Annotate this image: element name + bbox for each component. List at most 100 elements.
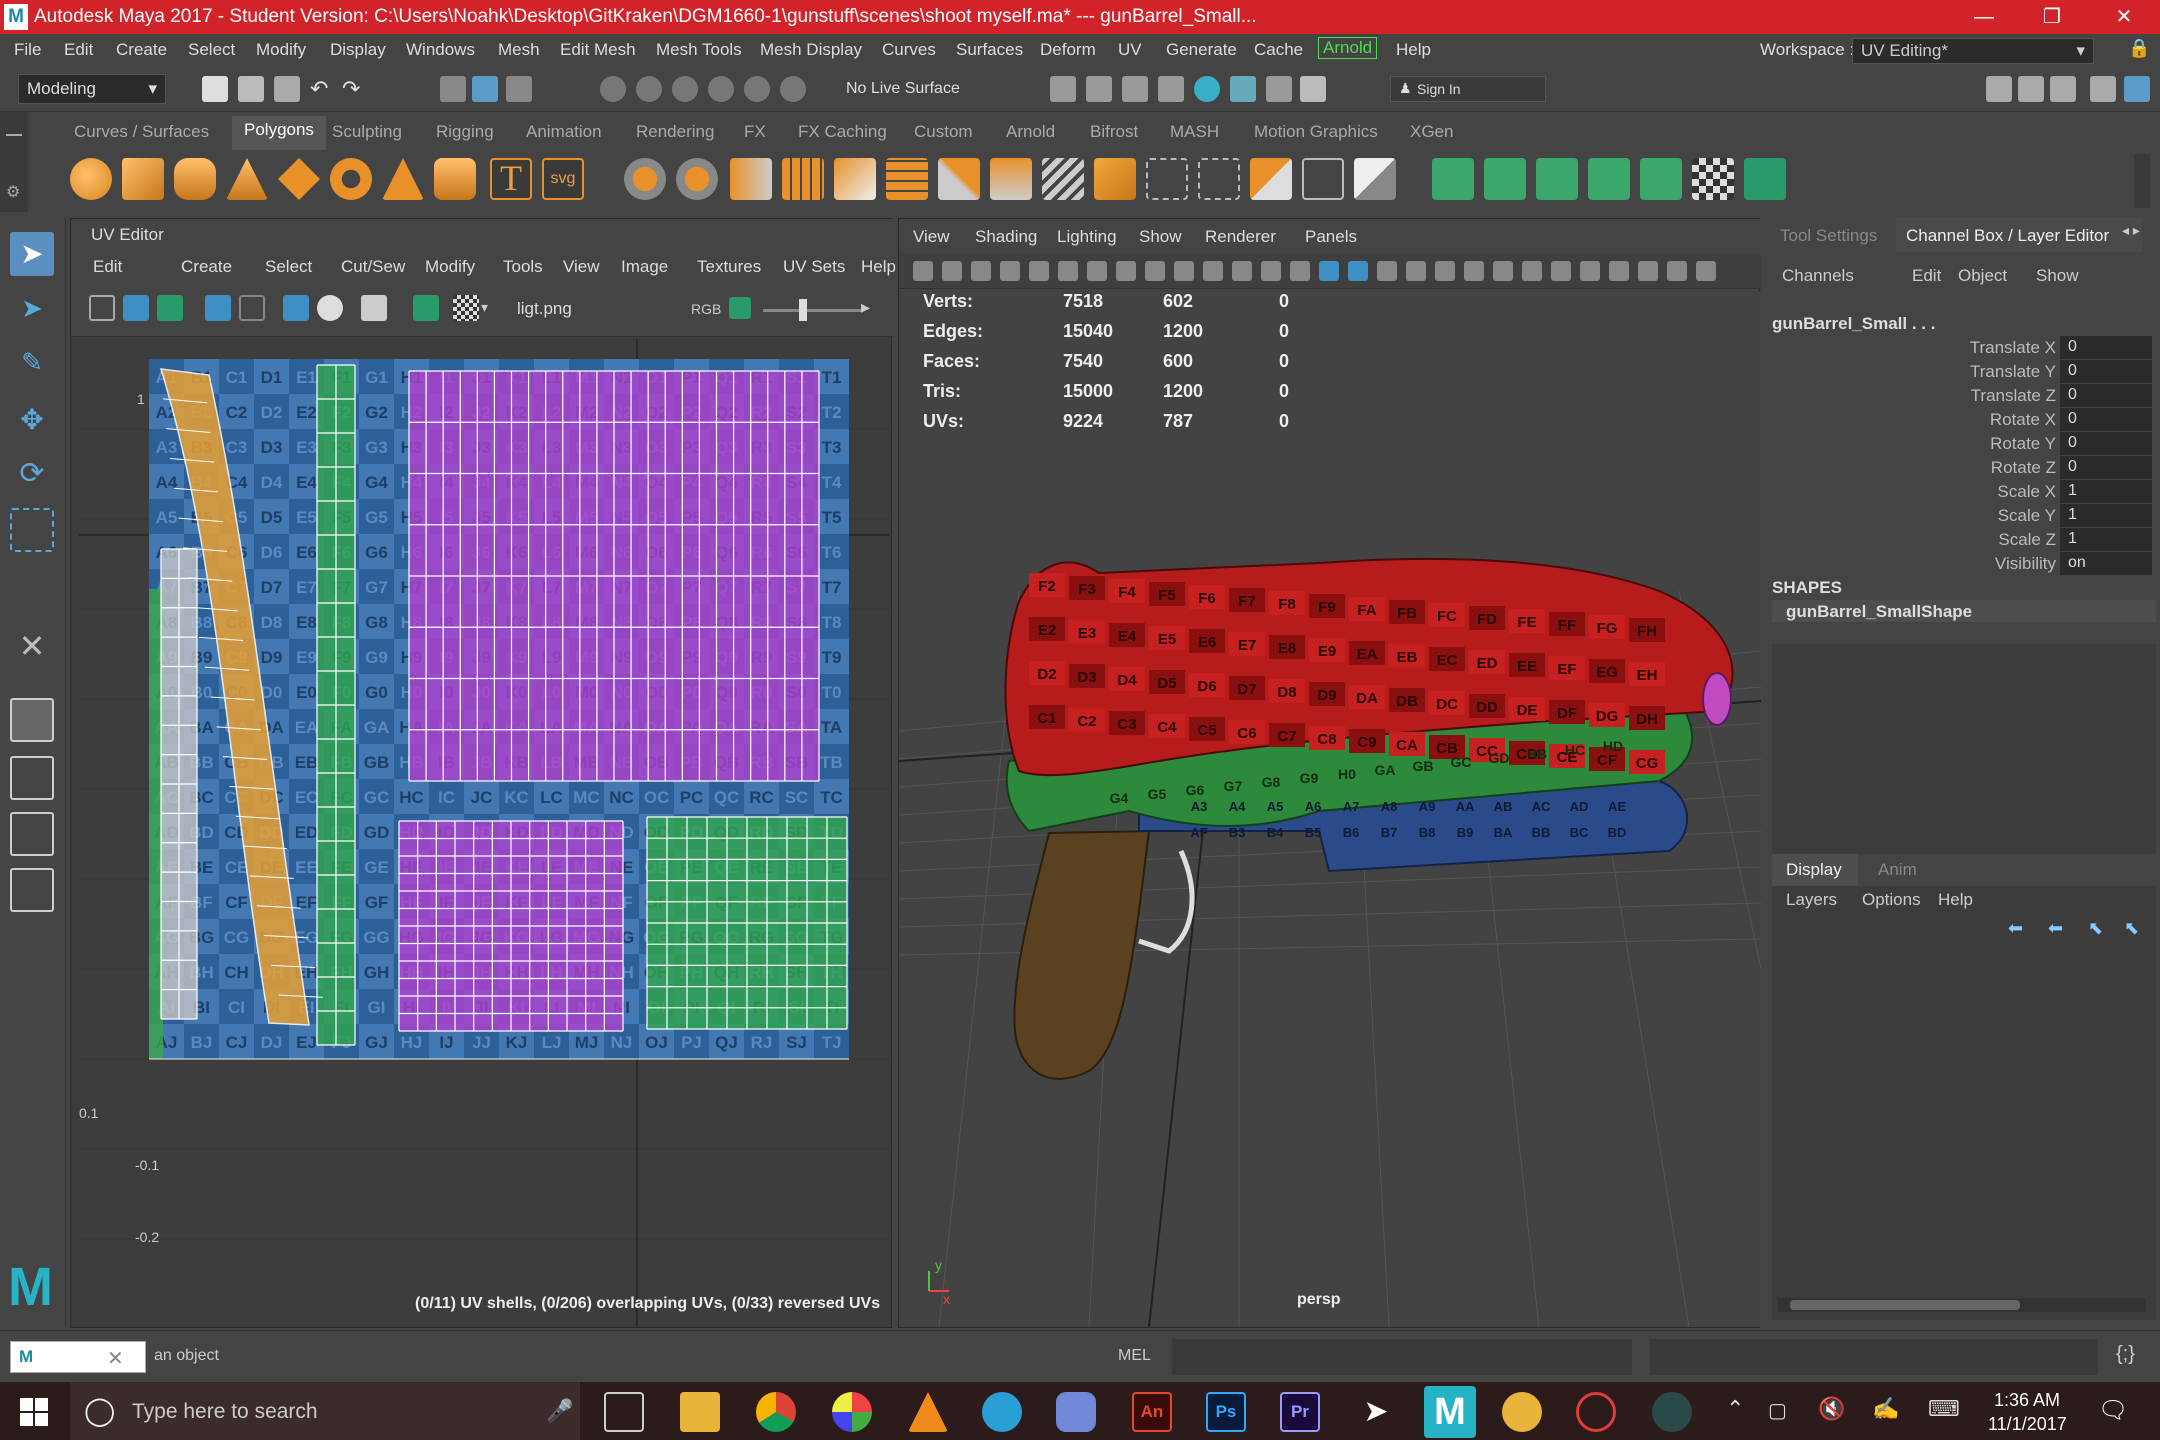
menu-mesh-tools[interactable]: Mesh Tools [656,40,742,60]
snap-curve-icon[interactable] [636,76,662,102]
persp-graph-layout-icon[interactable] [10,812,54,856]
automatic-map-icon[interactable] [1250,158,1292,200]
bookmarks-icon[interactable] [971,261,991,281]
menu-edit[interactable]: Edit [64,40,93,60]
tab-scroll-icon[interactable]: ◂ ▸ [2122,222,2140,239]
shelf-tab-mash[interactable]: MASH [1170,122,1219,142]
straighten-uv-icon[interactable] [1588,158,1630,200]
save-scene-icon[interactable] [274,76,300,102]
menu-edit-mesh[interactable]: Edit Mesh [560,40,636,60]
action-center-icon[interactable]: 🗨 [2098,1396,2128,1425]
poly-type-icon[interactable]: T [490,158,532,200]
file-explorer-icon[interactable] [680,1392,720,1432]
2d-pan-icon[interactable] [1029,261,1049,281]
uv-menu-image[interactable]: Image [621,257,668,277]
menu-arnold[interactable]: Arnold [1318,37,1378,59]
image-plane-icon[interactable] [1000,261,1020,281]
xray-icon[interactable] [1377,261,1397,281]
scale-tool-icon[interactable] [10,508,54,552]
attr-row-translate-z[interactable]: Translate Z0 [1768,384,2160,408]
attr-row-scale-z[interactable]: Scale Z1 [1768,528,2160,552]
uv-toolkit-icon[interactable] [1744,158,1786,200]
insert-edge-loop-icon[interactable] [1042,158,1084,200]
attr-value[interactable]: 1 [2060,504,2152,527]
move-tool-icon[interactable]: ✥ [10,398,54,442]
poly-cube-icon[interactable] [122,158,164,200]
attr-row-scale-x[interactable]: Scale X1 [1768,480,2160,504]
poly-plane-icon[interactable] [278,158,320,200]
default-material-icon[interactable] [1348,261,1368,281]
wireframe-icon[interactable] [1290,261,1310,281]
unity-icon[interactable]: ➤ [1356,1392,1396,1432]
layer-list[interactable] [1772,942,2156,1320]
paint-select-icon[interactable]: ✎ [10,340,54,384]
multi-cut-icon[interactable] [938,158,980,200]
menu-mesh-display[interactable]: Mesh Display [760,40,862,60]
discord-icon[interactable] [1056,1392,1096,1432]
shelf-tab-sculpting[interactable]: Sculpting [332,122,402,142]
close-icon[interactable]: ✕ [107,1346,124,1371]
uv-menu-select[interactable]: Select [265,257,312,277]
gitkraken-icon[interactable] [1652,1392,1692,1432]
shelf-tab-arnold[interactable]: Arnold [1006,122,1055,142]
keyboard-icon[interactable]: ⌨ [1928,1396,1960,1422]
overwatch-icon[interactable] [1502,1392,1542,1432]
uv-grid-icon[interactable] [89,295,115,321]
uv-distortion-icon[interactable] [157,295,183,321]
animate-icon[interactable]: An [1132,1392,1172,1432]
isolate-select-icon[interactable] [1609,261,1629,281]
last-tool-icon[interactable]: ✕ [10,624,54,668]
attr-value[interactable]: 0 [2060,456,2152,479]
viewport-menu-panels[interactable]: Panels [1305,227,1357,247]
chevron-down-icon[interactable]: ▾ [481,299,488,316]
script-editor-icon[interactable]: {;} [2116,1343,2135,1366]
shape-name[interactable]: gunBarrel_SmallShape [1786,602,1972,622]
channel-menu-channels[interactable]: Channels [1782,266,1854,286]
image-name[interactable]: ligt.png [517,299,572,319]
pause-viewport-icon[interactable] [1300,76,1326,102]
camera-attributes-icon[interactable] [942,261,962,281]
layer-menu-layers[interactable]: Layers [1786,890,1837,910]
close-icon[interactable]: ✕ [2096,0,2152,34]
uv-snapshot-icon[interactable] [317,295,343,321]
pen-icon[interactable]: ✍ [1872,1396,1899,1422]
viewport-menu-renderer[interactable]: Renderer [1205,227,1276,247]
restore-icon[interactable]: ❐ [2024,0,2080,34]
menu-mesh[interactable]: Mesh [498,40,540,60]
uv-menu-cut-sew[interactable]: Cut/Sew [341,257,405,277]
attr-row-translate-y[interactable]: Translate Y0 [1768,360,2160,384]
sign-in-dropdown[interactable]: ♟ Sign In [1390,76,1546,102]
select-tool-icon[interactable]: ➤ [10,232,54,276]
perspective-view[interactable]: F2 F3 F4 F5 F6 F7 F8 F9 FA FB FC FD FE FF FG FH E2 E3 E4 E5… [899,291,1761,1327]
scrollbar-thumb[interactable] [1790,1300,2020,1310]
uv-canvas[interactable]: A1B1C1D1E1F1G1H1I1J1K1L1M1N1O1P1Q1R1S1T1… [79,339,889,1327]
channel-menu-show[interactable]: Show [2036,266,2079,286]
shelf-tab-fx-caching[interactable]: FX Caching [798,122,887,142]
cut-uv-icon[interactable] [1302,158,1344,200]
outliner-layout-icon[interactable] [10,868,54,912]
tab-anim[interactable]: Anim [1878,860,1917,880]
safe-action-icon[interactable] [1232,261,1252,281]
menu-windows[interactable]: Windows [406,40,475,60]
layer-editor-icon[interactable] [2124,76,2150,102]
poly-cylinder-icon[interactable] [174,158,216,200]
bevel-icon[interactable] [782,158,824,200]
viewport-menu-view[interactable]: View [913,227,950,247]
grid-icon[interactable] [1087,261,1107,281]
poly-svg-icon[interactable]: svg [542,158,584,200]
sew-uv-icon[interactable] [1354,158,1396,200]
uv-menu-modify[interactable]: Modify [425,257,475,277]
render-setup-icon[interactable] [1230,76,1256,102]
new-layer-icon[interactable]: ⬉ [2088,918,2103,939]
gamma-icon[interactable] [1696,261,1716,281]
layer-menu-help[interactable]: Help [1938,890,1973,910]
attr-value[interactable]: 1 [2060,528,2152,551]
task-view-icon[interactable] [604,1392,644,1432]
extrude-icon[interactable] [834,158,876,200]
snap-vertex-icon[interactable] [780,76,806,102]
attr-row-rotate-z[interactable]: Rotate Z0 [1768,456,2160,480]
select-camera-icon[interactable] [913,261,933,281]
premiere-icon[interactable]: Pr [1280,1392,1320,1432]
uv-menu-create[interactable]: Create [181,257,232,277]
hypershade-icon[interactable] [1194,76,1220,102]
